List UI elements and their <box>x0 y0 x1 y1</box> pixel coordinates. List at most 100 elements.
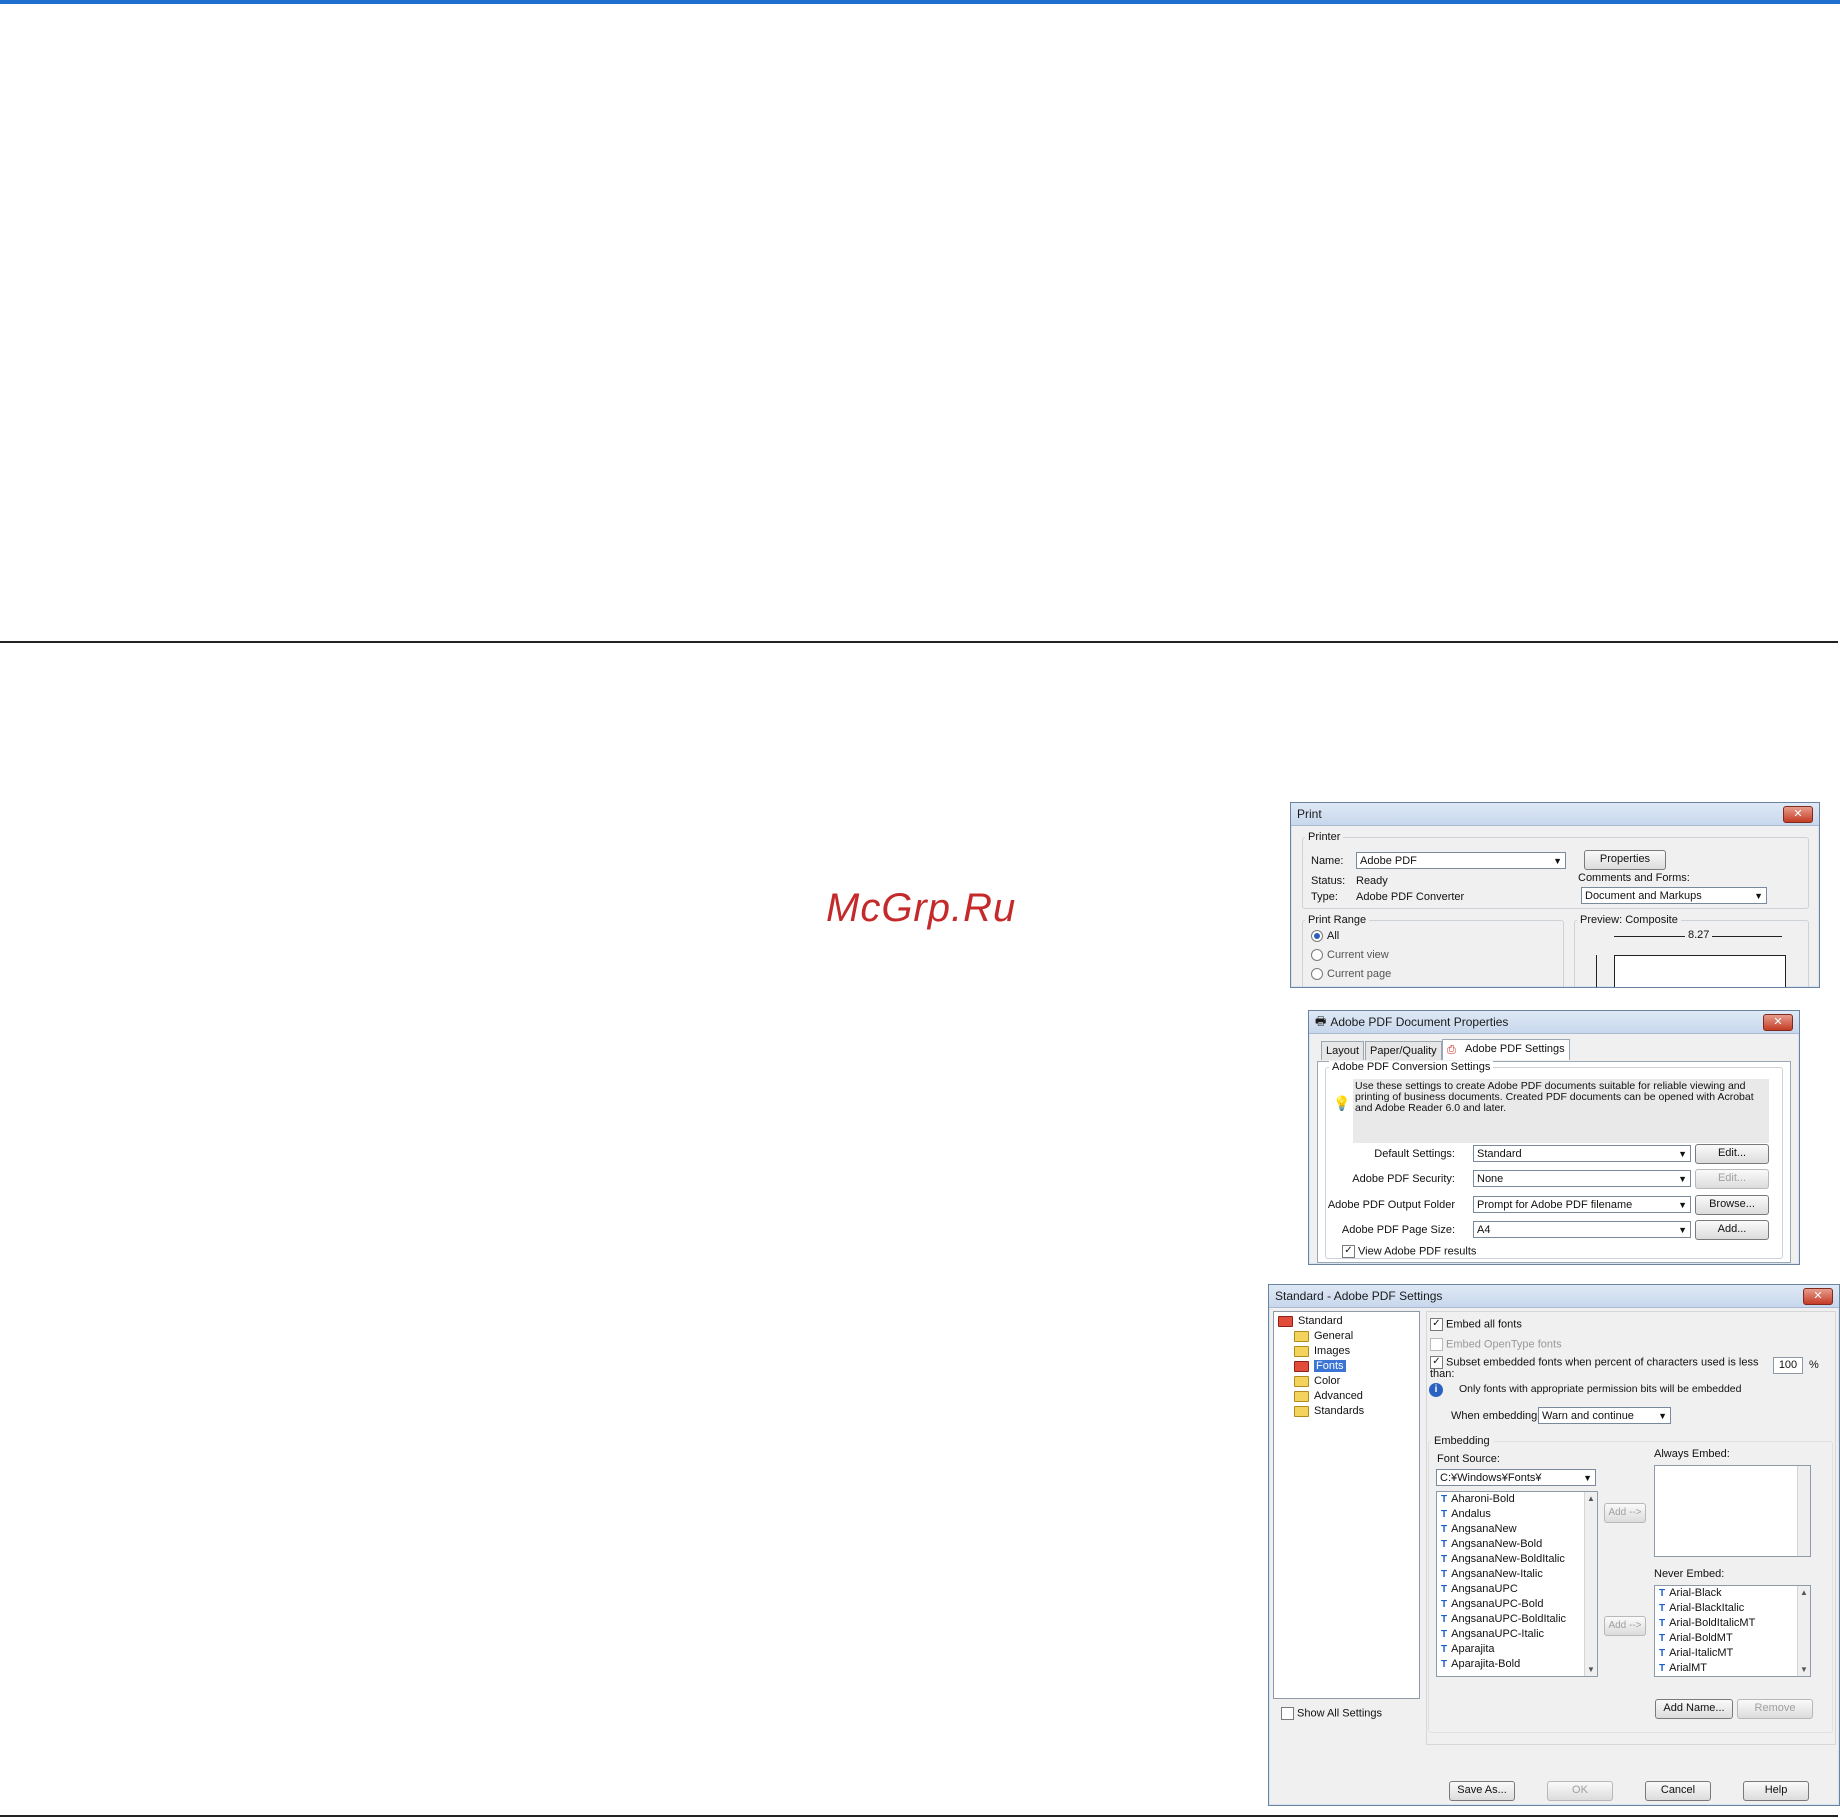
close-icon[interactable]: ✕ <box>1803 1287 1833 1305</box>
list-item[interactable]: T AngsanaNew-Bold <box>1437 1537 1597 1552</box>
security-select[interactable]: None ▼ <box>1473 1170 1691 1187</box>
scroll-down-icon[interactable]: ▼ <box>1798 1665 1810 1674</box>
add-never-embed-button[interactable]: Add --> <box>1604 1616 1646 1636</box>
edit-security-button[interactable]: Edit... <box>1695 1169 1769 1189</box>
tree-item-general[interactable]: General <box>1274 1329 1419 1344</box>
cancel-button[interactable]: Cancel <box>1645 1781 1711 1801</box>
font-name: Arial-ItalicMT <box>1669 1647 1734 1659</box>
never-embed-list[interactable]: T Arial-Black T Arial-BlackItalic T Arial-Bol… <box>1654 1585 1811 1677</box>
ok-button[interactable]: OK <box>1547 1781 1613 1801</box>
tree-item-images[interactable]: Images <box>1274 1344 1419 1359</box>
checkbox-icon <box>1430 1338 1443 1351</box>
range-all-option[interactable]: All <box>1311 930 1340 943</box>
chevron-down-icon: ▼ <box>1678 1174 1687 1184</box>
always-embed-scrollbar[interactable] <box>1797 1466 1810 1556</box>
always-embed-list[interactable] <box>1654 1465 1811 1557</box>
range-all-label: All <box>1327 930 1340 942</box>
pdf-settings-icon <box>1278 1315 1293 1327</box>
comments-select[interactable]: Document and Markups ▼ <box>1581 887 1767 904</box>
font-source-list[interactable]: T Aharoni-Bold T Andalus T AngsanaNew T Angsana… <box>1436 1491 1598 1677</box>
truetype-font-icon: T <box>1441 1584 1448 1595</box>
list-item[interactable]: T AngsanaUPC-BoldItalic <box>1437 1612 1597 1627</box>
when-embedding-select[interactable]: Warn and continue ▼ <box>1538 1407 1671 1424</box>
type-label: Type: <box>1311 891 1338 903</box>
never-embed-scrollbar[interactable]: ▲ ▼ <box>1797 1586 1810 1676</box>
add-name-button[interactable]: Add Name... <box>1655 1699 1733 1719</box>
view-results-checkbox[interactable]: ✓ View Adobe PDF results <box>1342 1245 1476 1258</box>
font-name: AngsanaNew-Bold <box>1451 1538 1543 1550</box>
list-item[interactable]: T ArialMT <box>1655 1661 1810 1676</box>
tree-item-standards[interactable]: Standards <box>1274 1404 1419 1419</box>
font-name: AngsanaNew <box>1451 1523 1517 1535</box>
chevron-down-icon: ▼ <box>1754 891 1763 901</box>
embed-all-fonts-checkbox[interactable]: ✓ Embed all fonts <box>1430 1318 1522 1331</box>
list-item[interactable]: T Arial-Black <box>1655 1586 1810 1601</box>
scroll-down-icon[interactable]: ▼ <box>1585 1665 1597 1674</box>
tab-adobe-pdf-settings-label: Adobe PDF Settings <box>1465 1043 1565 1055</box>
list-item[interactable]: T AngsanaUPC-Bold <box>1437 1597 1597 1612</box>
add-always-embed-button[interactable]: Add --> <box>1604 1503 1646 1523</box>
scroll-up-icon[interactable]: ▲ <box>1585 1494 1597 1503</box>
chevron-down-icon: ▼ <box>1678 1149 1687 1159</box>
folder-icon <box>1294 1405 1309 1417</box>
add-page-size-button[interactable]: Add... <box>1695 1220 1769 1240</box>
tree-item-label: Advanced <box>1314 1390 1363 1402</box>
edit-settings-button[interactable]: Edit... <box>1695 1144 1769 1164</box>
never-embed-label: Never Embed: <box>1654 1568 1725 1580</box>
tree-item-standard[interactable]: Standard <box>1274 1314 1419 1329</box>
close-icon[interactable]: ✕ <box>1763 1013 1793 1031</box>
truetype-font-icon: T <box>1441 1539 1448 1550</box>
browse-button[interactable]: Browse... <box>1695 1195 1769 1215</box>
list-item[interactable]: T Arial-BlackItalic <box>1655 1601 1810 1616</box>
close-icon[interactable]: ✕ <box>1783 805 1813 823</box>
font-list-scrollbar[interactable]: ▲ ▼ <box>1584 1492 1597 1676</box>
tree-item-fonts[interactable]: Fonts <box>1274 1359 1419 1374</box>
list-item[interactable]: T AngsanaUPC-Italic <box>1437 1627 1597 1642</box>
status-label: Status: <box>1311 875 1346 887</box>
list-item[interactable]: T Arial-ItalicMT <box>1655 1646 1810 1661</box>
tree-item-color[interactable]: Color <box>1274 1374 1419 1389</box>
truetype-font-icon: T <box>1659 1663 1666 1674</box>
list-item[interactable]: T Aharoni-Bold <box>1437 1492 1597 1507</box>
embed-all-fonts-label: Embed all fonts <box>1446 1318 1522 1331</box>
type-value: Adobe PDF Converter <box>1356 891 1465 903</box>
tree-item-label: Fonts <box>1314 1360 1346 1372</box>
comments-value: Document and Markups <box>1585 890 1702 902</box>
output-folder-select[interactable]: Prompt for Adobe PDF filename ▼ <box>1473 1196 1691 1213</box>
help-button[interactable]: Help <box>1743 1781 1809 1801</box>
font-source-select[interactable]: C:¥Windows¥Fonts¥ ▼ <box>1436 1469 1596 1486</box>
subset-percent-input[interactable]: 100 <box>1773 1357 1803 1374</box>
remove-button[interactable]: Remove <box>1737 1699 1813 1719</box>
info-text: Only fonts with appropriate permission b… <box>1459 1383 1742 1395</box>
tree-item-advanced[interactable]: Advanced <box>1274 1389 1419 1404</box>
document-properties-title: Adobe PDF Document Properties <box>1330 1015 1509 1029</box>
when-embedding-value: Warn and continue <box>1542 1410 1634 1422</box>
show-all-settings-checkbox[interactable]: Show All Settings <box>1281 1707 1382 1720</box>
range-current-view-option[interactable]: Current view <box>1311 949 1389 962</box>
page-size-select[interactable]: A4 ▼ <box>1473 1221 1691 1238</box>
list-item[interactable]: T AngsanaNew <box>1437 1522 1597 1537</box>
subset-fonts-checkbox[interactable]: ✓ Subset embedded fonts when percent of c… <box>1430 1356 1760 1380</box>
list-item[interactable]: T AngsanaNew-BoldItalic <box>1437 1552 1597 1567</box>
properties-button[interactable]: Properties <box>1584 850 1666 870</box>
list-item[interactable]: T AngsanaNew-Italic <box>1437 1567 1597 1582</box>
save-as-button[interactable]: Save As... <box>1449 1781 1515 1801</box>
security-value: None <box>1477 1173 1504 1185</box>
default-settings-select[interactable]: Standard ▼ <box>1473 1145 1691 1162</box>
tab-layout[interactable]: Layout <box>1321 1041 1365 1060</box>
tab-paper-quality[interactable]: Paper/Quality <box>1365 1041 1442 1060</box>
font-name: Aparajita <box>1451 1643 1495 1655</box>
document-properties-dialog: 🖶 Adobe PDF Document Properties ✕ Layout… <box>1308 1010 1800 1265</box>
embed-opentype-checkbox[interactable]: Embed OpenType fonts <box>1430 1338 1562 1351</box>
tab-adobe-pdf-settings[interactable]: ⎙ Adobe PDF Settings <box>1442 1039 1570 1060</box>
range-current-page-option[interactable]: Current page <box>1311 968 1391 981</box>
truetype-font-icon: T <box>1659 1588 1666 1599</box>
list-item[interactable]: T Aparajita-Bold <box>1437 1657 1597 1672</box>
list-item[interactable]: T AngsanaUPC <box>1437 1582 1597 1597</box>
list-item[interactable]: T Aparajita <box>1437 1642 1597 1657</box>
scroll-up-icon[interactable]: ▲ <box>1798 1588 1810 1597</box>
list-item[interactable]: T Arial-BoldItalicMT <box>1655 1616 1810 1631</box>
list-item[interactable]: T Andalus <box>1437 1507 1597 1522</box>
printer-name-select[interactable]: Adobe PDF ▼ <box>1356 852 1566 869</box>
list-item[interactable]: T Arial-BoldMT <box>1655 1631 1810 1646</box>
